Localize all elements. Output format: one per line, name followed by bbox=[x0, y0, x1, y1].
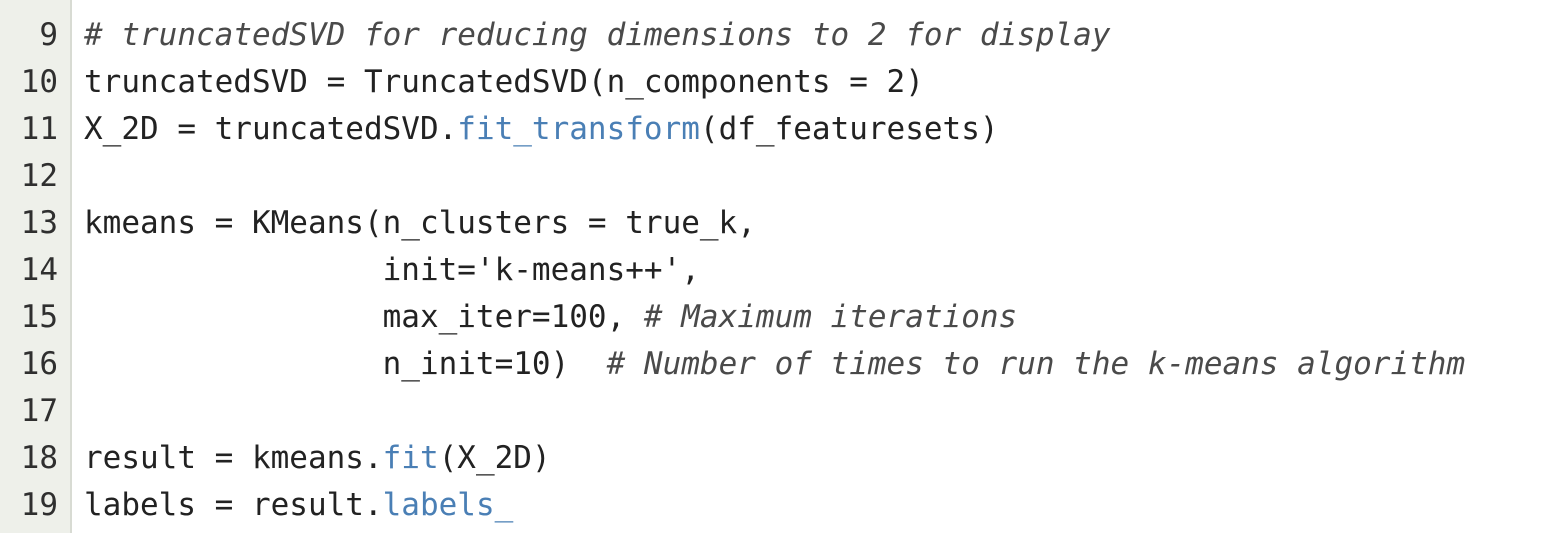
line-number: 9 bbox=[39, 17, 58, 53]
code-editor[interactable]: 9 # truncatedSVD for reducing dimensions … bbox=[0, 0, 1551, 533]
code-text: init='k-means++', bbox=[58, 247, 700, 294]
code-comment: # truncatedSVD for reducing dimensions t… bbox=[84, 17, 1111, 53]
code-token: truncatedSVD = TruncatedSVD(n_components… bbox=[84, 64, 924, 100]
line-number: 19 bbox=[20, 487, 58, 523]
code-line[interactable]: 9 # truncatedSVD for reducing dimensions … bbox=[0, 12, 1551, 59]
code-text: kmeans = KMeans(n_clusters = true_k, bbox=[58, 200, 756, 247]
code-line[interactable]: 10 truncatedSVD = TruncatedSVD(n_componen… bbox=[0, 59, 1551, 106]
code-token: (X_2D) bbox=[438, 440, 551, 476]
code-line[interactable]: 17 bbox=[0, 388, 1551, 435]
line-number: 13 bbox=[20, 205, 58, 241]
code-token: init='k-means++', bbox=[84, 252, 700, 288]
code-text: result = kmeans.fit(X_2D) bbox=[58, 435, 551, 482]
line-number: 17 bbox=[20, 393, 58, 429]
code-token: kmeans = KMeans(n_clusters = true_k, bbox=[84, 205, 756, 241]
code-text: labels = result.labels_ bbox=[58, 482, 513, 529]
code-text: X_2D = truncatedSVD.fit_transform(df_fea… bbox=[58, 106, 999, 153]
line-number: 11 bbox=[20, 111, 58, 147]
line-number: 10 bbox=[20, 64, 58, 100]
line-number: 14 bbox=[20, 252, 58, 288]
code-token: result = kmeans. bbox=[84, 440, 383, 476]
code-text: # truncatedSVD for reducing dimensions t… bbox=[58, 12, 1111, 59]
code-comment: # Maximum iterations bbox=[643, 299, 1018, 335]
code-line[interactable]: 19 labels = result.labels_ bbox=[0, 482, 1551, 529]
code-token: (df_featuresets) bbox=[699, 111, 999, 147]
code-lines: 9 # truncatedSVD for reducing dimensions … bbox=[0, 12, 1551, 529]
code-line[interactable]: 16 n_init=10) # Number of times to run t… bbox=[0, 341, 1551, 388]
code-comment: # Number of times to run the k-means alg… bbox=[606, 346, 1466, 382]
code-line[interactable]: 12 bbox=[0, 153, 1551, 200]
code-text: truncatedSVD = TruncatedSVD(n_components… bbox=[58, 59, 924, 106]
code-attribute: labels_ bbox=[382, 487, 514, 523]
code-token: labels = result. bbox=[84, 487, 383, 523]
code-text: n_init=10) # Number of times to run the … bbox=[58, 341, 1466, 388]
code-attribute: fit bbox=[382, 440, 439, 476]
line-number: 15 bbox=[20, 299, 58, 335]
code-line[interactable]: 15 max_iter=100, # Maximum iterations bbox=[0, 294, 1551, 341]
code-token: X_2D = truncatedSVD. bbox=[84, 111, 458, 147]
code-line[interactable]: 11 X_2D = truncatedSVD.fit_transform(df_f… bbox=[0, 106, 1551, 153]
line-number: 18 bbox=[20, 440, 58, 476]
code-line[interactable]: 18 result = kmeans.fit(X_2D) bbox=[0, 435, 1551, 482]
code-attribute: fit_transform bbox=[457, 111, 700, 147]
code-line[interactable]: 13 kmeans = KMeans(n_clusters = true_k, bbox=[0, 200, 1551, 247]
line-number: 16 bbox=[20, 346, 58, 382]
code-token: max_iter=100, bbox=[84, 299, 644, 335]
code-line[interactable]: 14 init='k-means++', bbox=[0, 247, 1551, 294]
code-text: max_iter=100, # Maximum iterations bbox=[58, 294, 1018, 341]
code-token: n_init=10) bbox=[84, 346, 607, 382]
line-number: 12 bbox=[20, 158, 58, 194]
